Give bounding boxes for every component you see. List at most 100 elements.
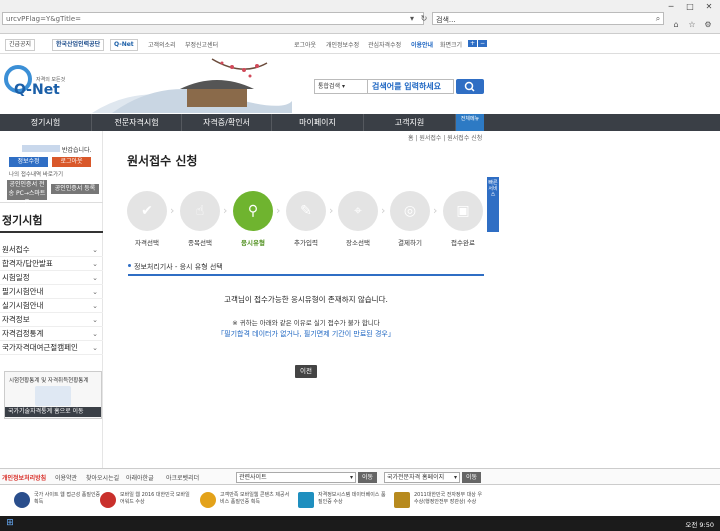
chevron-down-icon: ⌄: [92, 330, 98, 338]
dropdown-icon[interactable]: ▾: [406, 12, 418, 25]
pencil-icon: ✎: [300, 203, 312, 219]
chevron-right-icon: ›: [276, 204, 281, 217]
sidebar-item-qualinfo[interactable]: 자격정보 ⌄: [0, 313, 103, 327]
sidebar-item-results[interactable]: 합격자/답안발표 ⌄: [0, 257, 103, 271]
gear-icon[interactable]: ⚙: [702, 18, 714, 31]
logout-button[interactable]: 로그아웃: [52, 157, 91, 167]
chevron-right-icon: ›: [329, 204, 334, 217]
sidebar: 반갑습니다. 정보수정 로그아웃 나의 접수내역 바로가기 공인인증서 전송 P…: [0, 131, 103, 468]
nav-mypage[interactable]: 마이페이지: [272, 114, 364, 131]
coin-icon: ◎: [403, 203, 417, 219]
prev-button[interactable]: 이전: [295, 365, 317, 378]
related-go-button[interactable]: 이동: [358, 472, 378, 483]
browser-chrome: ─ □ ✕ urcvPFlag=Y&gTitle= ▾ ↻ 검색... ⌕ ⌂ …: [0, 0, 720, 34]
sidebar-item-stats[interactable]: 자격검정통계 ⌄: [0, 327, 103, 341]
award-badge-icon: [14, 492, 30, 508]
minimize-icon[interactable]: ─: [664, 2, 678, 12]
acrobat-link[interactable]: 아크로벳리더: [166, 473, 199, 482]
national-site-label: 국가전문자격 홈페이지: [387, 474, 445, 481]
step-7-circle: ▣: [443, 191, 483, 231]
nav-certificate[interactable]: 자격증/확인서: [182, 114, 272, 131]
monitor-ok-icon: ▣: [456, 203, 470, 219]
report-center-link[interactable]: 부정신고센터: [185, 40, 218, 49]
logo-subtitle: 자격의 모든것: [36, 77, 66, 83]
search-scope-label: 통합검색: [318, 83, 341, 90]
home-icon[interactable]: ⌂: [670, 18, 682, 31]
user-name-masked: [22, 145, 60, 152]
page-title: 원서접수 신청: [127, 154, 198, 168]
step-6-circle: ◎: [390, 191, 430, 231]
stats-home-link[interactable]: 국가기술자격통계 홈으로 이동: [5, 407, 101, 417]
sidebar-item-campaign[interactable]: 국가자격대여근절캠페인 ⌄: [0, 341, 103, 355]
sidebar-item-apply[interactable]: 원서접수 ⌄: [0, 243, 103, 257]
chevron-right-icon: ›: [433, 204, 438, 217]
award-text: 자격정보시스템 데이터베이스 품질인증 수상: [318, 492, 386, 505]
sidebar-item-written[interactable]: 필기시험안내 ⌄: [0, 285, 103, 299]
customer-voice-link[interactable]: 고객의소리: [148, 40, 176, 49]
chevron-down-icon: ⌄: [92, 316, 98, 324]
windows-start-icon[interactable]: ⊞: [0, 516, 20, 531]
user-box: 반갑습니다. 정보수정 로그아웃 나의 접수내역 바로가기 공인인증서 전송 P…: [0, 137, 103, 206]
step-label: 장소선택: [346, 239, 370, 247]
address-bar[interactable]: urcvPFlag=Y&gTitle=: [2, 12, 424, 25]
related-site-select[interactable]: 관련사이트 ▾: [236, 472, 356, 483]
chevron-right-icon: ›: [381, 204, 386, 217]
sidebar-item-label: 합격자/답안발표: [2, 259, 53, 268]
personal-info-link[interactable]: 개인정보수정: [326, 40, 359, 49]
browser-search-input[interactable]: 검색...: [432, 12, 664, 25]
greeting: 반갑습니다.: [62, 147, 92, 154]
close-icon[interactable]: ✕: [702, 2, 716, 12]
terms-link[interactable]: 이용약관: [55, 473, 77, 482]
refresh-icon[interactable]: ↻: [418, 12, 430, 25]
site-search-button[interactable]: [456, 79, 484, 94]
star-icon[interactable]: ☆: [686, 18, 698, 31]
chart-icon: [35, 386, 71, 406]
logout-link[interactable]: 로그아웃: [294, 40, 316, 49]
sidebar-item-practical[interactable]: 실기시험안내 ⌄: [0, 299, 103, 313]
award-badge-icon: [394, 492, 410, 508]
step-4-circle: ✎: [286, 191, 326, 231]
hrdk-link[interactable]: 한국산업인력공단: [52, 39, 105, 51]
zoom-in-button[interactable]: +: [468, 40, 478, 47]
quick-service-tab[interactable]: 빠른 서비스: [487, 177, 499, 232]
step-1-circle: ✔: [127, 191, 167, 231]
site-search-input[interactable]: 검색어를 입력하세요: [368, 79, 454, 94]
sidebar-item-label: 실기시험안내: [2, 301, 44, 310]
national-site-select[interactable]: 국가전문자격 홈페이지 ▾: [384, 472, 460, 483]
chevron-down-icon: ⌄: [92, 344, 98, 352]
award-text: 모바일 웹 2016 대한민국 모바일어워드 수상: [120, 492, 190, 505]
step-label: 접수완료: [451, 239, 475, 247]
usage-guide-link[interactable]: 이용안내: [411, 40, 433, 49]
magnifier-icon: [464, 81, 475, 92]
hwp-link[interactable]: 아래아한글: [126, 473, 154, 482]
nav-professional-exam[interactable]: 전문자격시험: [92, 114, 182, 131]
search-icon[interactable]: ⌕: [652, 12, 664, 25]
related-site-label: 관련사이트: [239, 474, 267, 481]
zoom-out-button[interactable]: −: [478, 40, 488, 47]
qnet-link[interactable]: Q-Net: [110, 39, 138, 51]
cert-transfer-button[interactable]: 공인인증서 전송 PC→스마트폰: [7, 180, 47, 206]
sidebar-item-schedule[interactable]: 시험일정 ⌄: [0, 271, 103, 285]
maximize-icon[interactable]: □: [683, 2, 697, 12]
sidebar-item-label: 국가자격대여근절캠페인: [2, 343, 78, 352]
cert-register-button[interactable]: 공인인증서 등록: [51, 184, 99, 194]
my-apply-link[interactable]: 나의 접수내역 바로가기: [9, 170, 63, 178]
site-header: Q-Net 자격의 모든것 통합검색 ▾ 검색어를 입력하세요: [0, 55, 720, 114]
all-menu-button[interactable]: 전체메뉴: [456, 114, 484, 131]
logo-text[interactable]: Q-Net: [14, 82, 60, 98]
national-go-button[interactable]: 이동: [462, 472, 482, 483]
step-3-circle: ⚲: [233, 191, 273, 231]
emergency-notice[interactable]: 긴급공지: [5, 39, 36, 51]
section-heading-text: 정보처리기사 - 응시 유형 선택: [134, 263, 223, 271]
reason-detail: 「필기합격 데이터가 없거나, 필기면제 기간이 만료된 경우」: [217, 330, 395, 338]
qual-info-link[interactable]: 관심자격수정: [368, 40, 401, 49]
no-type-message: 고객님이 접수가능한 응시유형이 존재하지 않습니다.: [224, 295, 388, 304]
check-icon: ✔: [141, 203, 153, 219]
directions-link[interactable]: 찾아오시는길: [86, 473, 119, 482]
utility-bar: 긴급공지 한국산업인력공단 Q-Net 고객의소리 부정신고센터 로그아웃 개인…: [0, 36, 720, 54]
nav-support[interactable]: 고객지원: [364, 114, 456, 131]
privacy-link[interactable]: 개인정보처리방침: [2, 473, 46, 482]
edit-info-button[interactable]: 정보수정: [9, 157, 48, 167]
nav-regular-exam[interactable]: 정기시험: [0, 114, 92, 131]
search-scope-select[interactable]: 통합검색 ▾: [314, 79, 368, 94]
